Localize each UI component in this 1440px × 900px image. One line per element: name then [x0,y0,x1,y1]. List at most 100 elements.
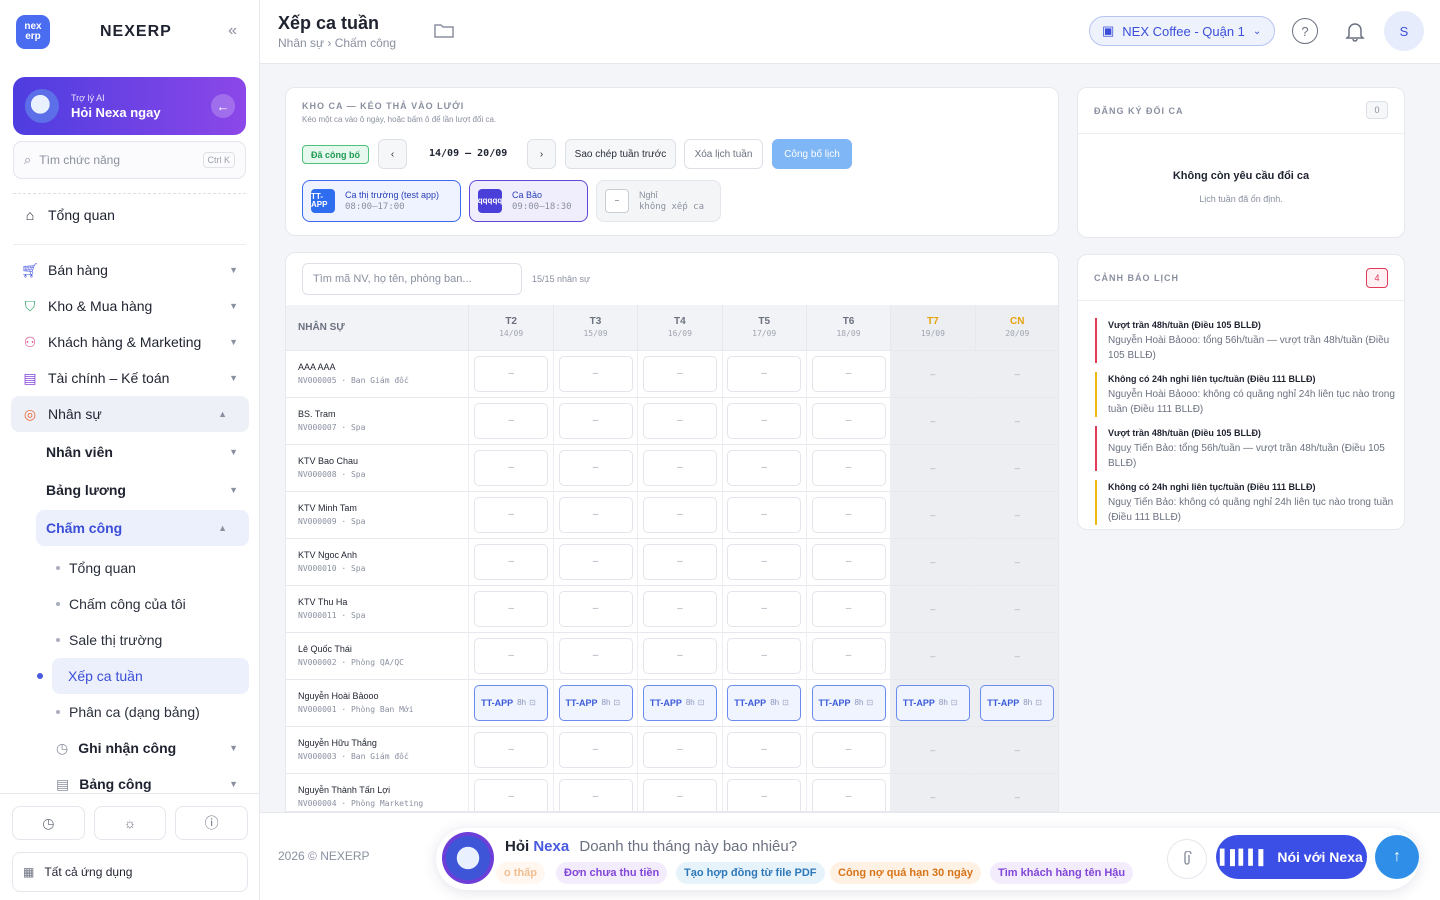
empty-slot[interactable]: – [727,496,802,533]
empty-slot[interactable]: – [727,402,802,439]
shift-slot[interactable]: TT-APP 8h ⊡ [811,684,886,721]
shift-slot[interactable]: TT-APP 8h ⊡ [642,684,717,721]
empty-slot[interactable]: – [474,402,549,439]
clear-week-button[interactable]: Xóa lịch tuần [684,139,763,169]
empty-slot[interactable]: – [474,778,549,811]
schedule-cell[interactable]: – [975,631,1058,679]
empty-slot[interactable]: – [811,778,886,811]
nav-attendance-group-0[interactable]: ◷ Ghi nhận công ▼ [0,730,260,766]
shift-slot[interactable]: TT-APP 8h ⊡ [727,684,802,721]
empty-slot[interactable]: – [558,731,633,768]
empty-slot[interactable]: – [642,637,717,674]
shift-slot[interactable]: TT-APP 8h ⊡ [558,684,633,721]
empty-slot[interactable]: – [642,355,717,392]
empty-slot[interactable]: – [727,778,802,811]
empty-slot[interactable]: – [642,449,717,486]
schedule-cell[interactable]: – [890,490,976,538]
send-arrow-icon[interactable]: ↑ [1375,835,1419,879]
shift-slot[interactable]: TT-APP 8h ⊡ [980,684,1055,721]
empty-slot[interactable]: – [474,543,549,580]
empty-slot[interactable]: – [811,449,886,486]
nav-attendance-item-2[interactable]: Sale thị trường [0,622,260,658]
empty-slot[interactable]: – [642,778,717,811]
schedule-cell[interactable]: – [890,443,976,491]
nav-attendance-item-0[interactable]: Tổng quan [0,550,260,586]
shift-slot[interactable]: TT-APP 8h ⊡ [474,684,549,721]
nav-hr-sub-1[interactable]: Bảng lương ▼ [0,472,260,508]
schedule-cell[interactable]: – [975,443,1058,491]
schedule-cell[interactable]: – [890,537,976,585]
nav-module-0[interactable]: 🛒︎ Bán hàng ▼ [0,252,260,288]
empty-slot[interactable]: – [558,637,633,674]
empty-slot[interactable]: – [642,543,717,580]
empty-slot[interactable]: – [811,496,886,533]
empty-slot[interactable]: – [474,496,549,533]
talk-to-nexa-button[interactable]: ▍▌▍▍▌ Nói với Nexa [1216,835,1367,879]
empty-slot[interactable]: – [558,402,633,439]
next-week-button[interactable]: › [527,139,556,169]
schedule-cell[interactable]: – [975,490,1058,538]
schedule-cell[interactable]: – [890,396,976,444]
empty-slot[interactable]: – [642,496,717,533]
empty-slot[interactable]: – [727,637,802,674]
schedule-cell[interactable]: – [890,349,976,397]
nav-attendance-item-1[interactable]: Chấm công của tôi [0,586,260,622]
shift-chip-2[interactable]: – Nghỉ không xếp ca [596,180,721,222]
empty-slot[interactable]: – [642,590,717,627]
empty-slot[interactable]: – [474,731,549,768]
nav-module-3[interactable]: ▤ Tài chính – Kế toán ▼ [0,360,260,396]
schedule-cell[interactable]: – [975,584,1058,632]
empty-slot[interactable]: – [558,778,633,811]
schedule-cell[interactable]: – [890,631,976,679]
empty-slot[interactable]: – [642,731,717,768]
folder-icon[interactable] [434,22,454,43]
schedule-cell[interactable]: – [890,772,976,811]
shift-slot[interactable]: TT-APP 8h ⊡ [895,684,970,721]
empty-slot[interactable]: – [811,355,886,392]
sun-icon[interactable]: ☼ [93,806,167,840]
empty-slot[interactable]: – [558,496,633,533]
suggestion-chip[interactable]: Tạo hợp đồng từ file PDF [676,862,825,884]
nav-module-2[interactable]: ⚇ Khách hàng & Marketing ▼ [0,324,260,360]
alert-item[interactable]: Không có 24h nghỉ liên tục/tuần (Điều 11… [1095,372,1395,417]
nav-hr-sub-2[interactable]: Chấm công ▲ [36,510,249,546]
schedule-cell[interactable]: – [890,584,976,632]
empty-slot[interactable]: – [727,355,802,392]
help-icon[interactable]: ? [1292,18,1318,44]
empty-slot[interactable]: – [474,449,549,486]
employee-search-input[interactable]: Tìm mã NV, họ tên, phòng ban... [302,263,522,295]
bell-icon[interactable] [1342,18,1368,44]
alert-icon[interactable]: ⓘ [175,806,249,840]
suggestion-chip[interactable]: Công nợ quá hạn 30 ngày [830,862,981,884]
schedule-cell[interactable]: – [975,396,1058,444]
empty-slot[interactable]: – [727,449,802,486]
function-search-input[interactable]: ⌕ Tìm chức năng Ctrl K [13,141,246,179]
collapse-sidebar-icon[interactable]: « [228,22,237,40]
user-avatar[interactable]: S [1384,11,1424,51]
empty-slot[interactable]: – [811,590,886,627]
suggestion-chip[interactable]: Tìm khách hàng tên Hậu [990,862,1134,884]
schedule-cell[interactable]: – [975,725,1058,773]
empty-slot[interactable]: – [474,637,549,674]
nav-module-4[interactable]: ◎ Nhân sự ▲ [11,396,249,432]
empty-slot[interactable]: – [811,637,886,674]
empty-slot[interactable]: – [811,402,886,439]
empty-slot[interactable]: – [811,543,886,580]
empty-slot[interactable]: – [558,543,633,580]
ask-nexa-input[interactable]: Hỏi Nexa Doanh thu tháng này bao nhiêu? [505,838,797,855]
empty-slot[interactable]: – [474,355,549,392]
copy-last-week-button[interactable]: Sao chép tuần trước [565,139,676,169]
prev-week-button[interactable]: ‹ [378,139,407,169]
schedule-cell[interactable]: – [890,725,976,773]
suggestion-chip[interactable]: o thấp [496,862,545,884]
shift-chip-0[interactable]: TT-APP Ca thị trường (test app) 08:00–17… [302,180,461,222]
empty-slot[interactable]: – [727,731,802,768]
empty-slot[interactable]: – [811,731,886,768]
store-selector[interactable]: ▣ NEX Coffee - Quận 1 ⌄ [1089,16,1275,46]
schedule-cell[interactable]: – [975,537,1058,585]
attach-icon[interactable] [1167,839,1207,879]
nav-module-1[interactable]: ⛉ Kho & Mua hàng ▼ [0,288,260,324]
nav-attendance-item-3[interactable]: Xếp ca tuần [37,658,249,694]
ai-assistant-card[interactable]: Trợ lý AI Hỏi Nexa ngay ← [13,77,246,135]
clock-icon[interactable]: ◷ [12,806,85,840]
